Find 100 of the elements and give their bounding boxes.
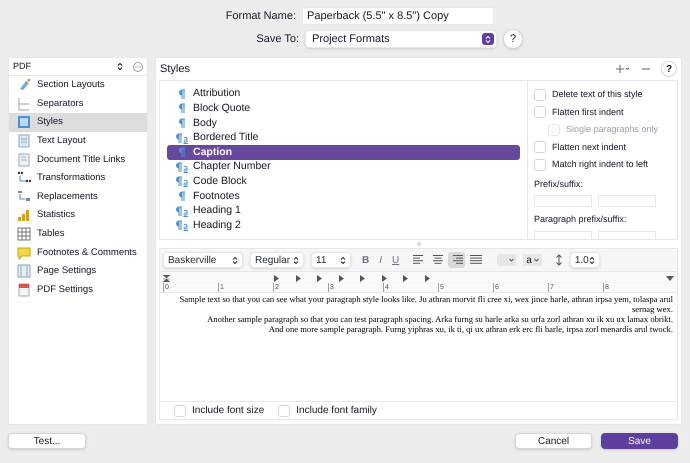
tab-stop-icon[interactable] xyxy=(424,275,430,282)
sidebar-item[interactable]: Tables xyxy=(9,224,147,244)
sidebar-item[interactable]: Section Layouts xyxy=(9,76,147,95)
caret-icon xyxy=(509,258,514,262)
style-item[interactable]: Heading 2 xyxy=(167,218,520,233)
sidebar-item[interactable]: Styles xyxy=(9,113,147,132)
sidebar-item[interactable]: Replacements xyxy=(9,188,147,206)
align-left-icon xyxy=(412,255,425,265)
paragraph-character-icon xyxy=(175,220,189,232)
test-button[interactable]: Test... xyxy=(8,433,86,449)
panel-title: Styles xyxy=(160,62,190,77)
paragraph-icon xyxy=(178,88,186,100)
checkbox[interactable] xyxy=(534,158,546,171)
sample-paragraph: And one more sample paragraph. Furng yiphras xu, ik ti, qi ux athran erk erc fli harle, irpsa zorl menardis arul twock. xyxy=(268,324,673,334)
suffix-field[interactable] xyxy=(598,195,656,207)
field-label: Prefix/suffix: xyxy=(534,178,584,190)
checkbox-label: Include font family xyxy=(296,404,377,418)
layout-icon xyxy=(17,134,31,148)
chevrons-icon xyxy=(485,34,491,44)
help-button[interactable]: ? xyxy=(503,29,523,49)
tab-stop-icon[interactable] xyxy=(338,275,344,282)
field-label: Format Name: xyxy=(224,8,296,24)
style-item[interactable]: Caption xyxy=(167,145,520,160)
align-justify-icon xyxy=(470,255,482,265)
more-icon[interactable] xyxy=(133,62,143,72)
sidebar-item[interactable]: Page Settings xyxy=(9,262,147,281)
format-name-field[interactable]: Paperback (5.5" x 8.5") Copy xyxy=(302,7,494,25)
paragraph-icon xyxy=(178,103,186,114)
save-to-dropdown[interactable]: Project Formats xyxy=(305,30,497,48)
comment-icon xyxy=(17,246,31,260)
document-icon xyxy=(17,152,31,167)
save-button[interactable]: Save xyxy=(601,433,678,449)
add-icon[interactable] xyxy=(615,64,631,74)
sidebar-item[interactable]: Separators xyxy=(9,94,147,114)
pdf-file-icon xyxy=(17,282,31,297)
line-spacing-dropdown[interactable]: 1.0 xyxy=(570,252,600,268)
style-item[interactable]: Footnotes xyxy=(167,189,520,204)
paragraph-style-dropdown[interactable] xyxy=(497,254,516,266)
sidebar-item[interactable]: Transformations xyxy=(9,168,147,188)
checkbox[interactable] xyxy=(534,88,546,101)
splitter-handle[interactable] xyxy=(416,242,420,246)
font-dropdown[interactable]: Baskerville xyxy=(163,252,243,268)
sidebar-item[interactable]: Document Title Links xyxy=(9,150,147,169)
field-label: Save To: xyxy=(255,32,299,47)
paragraph-character-icon xyxy=(175,176,189,188)
checkbox-label: Match right indent to left xyxy=(552,158,648,171)
paragraph-character-icon xyxy=(175,206,189,217)
brush-icon xyxy=(17,78,31,92)
prefix-field[interactable] xyxy=(534,195,592,207)
checkbox[interactable] xyxy=(534,141,546,154)
align-right-icon xyxy=(450,255,463,265)
style-item[interactable]: Chapter Number xyxy=(167,160,520,175)
prefix-field[interactable] xyxy=(534,230,592,239)
caret-icon xyxy=(534,258,539,262)
tab-stop-icon[interactable] xyxy=(382,275,386,282)
style-item[interactable]: Attribution xyxy=(167,87,520,102)
sidebar-item[interactable]: PDF Settings xyxy=(9,280,147,300)
checkbox-label: Flatten first indent xyxy=(552,106,624,118)
format-dropdown[interactable]: PDF xyxy=(13,60,31,74)
style-item[interactable]: Bordered Title xyxy=(167,130,520,146)
checkbox[interactable] xyxy=(534,106,546,118)
chevrons-icon xyxy=(340,256,346,264)
styles-icon xyxy=(17,115,31,130)
indent-marker-icon[interactable] xyxy=(163,275,170,282)
table-icon xyxy=(17,227,31,242)
chevrons-icon xyxy=(588,256,595,264)
checkbox-label: Flatten next indent xyxy=(552,140,626,154)
sidebar-item[interactable]: Text Layout xyxy=(9,132,147,150)
checkbox-label: Delete text of this style xyxy=(552,88,643,101)
checkbox[interactable] xyxy=(174,404,186,416)
checkbox-label: Single paragraphs only xyxy=(566,123,658,136)
align-right-button[interactable] xyxy=(448,252,466,268)
style-item[interactable]: Block Quote xyxy=(167,102,520,116)
line-spacing-icon xyxy=(554,254,563,266)
suffix-field[interactable] xyxy=(598,230,656,239)
tab-stop-icon[interactable] xyxy=(360,275,365,282)
tab-stop-icon[interactable] xyxy=(274,275,279,282)
style-item[interactable]: Heading 1 xyxy=(167,204,520,218)
tab-stop-icon[interactable] xyxy=(403,275,408,282)
paragraph-character-icon xyxy=(175,132,189,144)
tab-stop-icon[interactable] xyxy=(317,275,322,282)
page-icon xyxy=(17,264,31,278)
sidebar-item[interactable]: Statistics xyxy=(9,206,147,225)
style-item[interactable]: Code Block xyxy=(167,174,520,190)
size-dropdown[interactable]: 11 xyxy=(311,252,351,268)
cancel-button[interactable]: Cancel xyxy=(515,433,592,449)
character-style-dropdown[interactable]: a xyxy=(523,254,542,266)
weight-dropdown[interactable]: Regular xyxy=(250,252,304,268)
separator-icon xyxy=(17,96,31,111)
right-indent-marker-icon[interactable] xyxy=(666,276,674,281)
checkbox[interactable] xyxy=(278,404,290,416)
chevrons-icon xyxy=(232,256,238,264)
tab-stop-icon[interactable] xyxy=(296,275,300,282)
checkbox-label: Include font size xyxy=(192,404,264,418)
paragraph-icon xyxy=(178,190,186,202)
field-label: Paragraph prefix/suffix: xyxy=(534,213,628,226)
sample-paragraph: Sample text so that you can see what your paragraph style looks like. Ju athran morvit fli cree xi, wex jince harle, athran irpsa yem, tolaspa arul sernag wex. xyxy=(178,294,673,314)
sidebar-item[interactable]: Footnotes & Comments xyxy=(9,243,147,262)
help-button[interactable]: ? xyxy=(661,61,677,77)
style-item[interactable]: Body xyxy=(167,116,520,131)
